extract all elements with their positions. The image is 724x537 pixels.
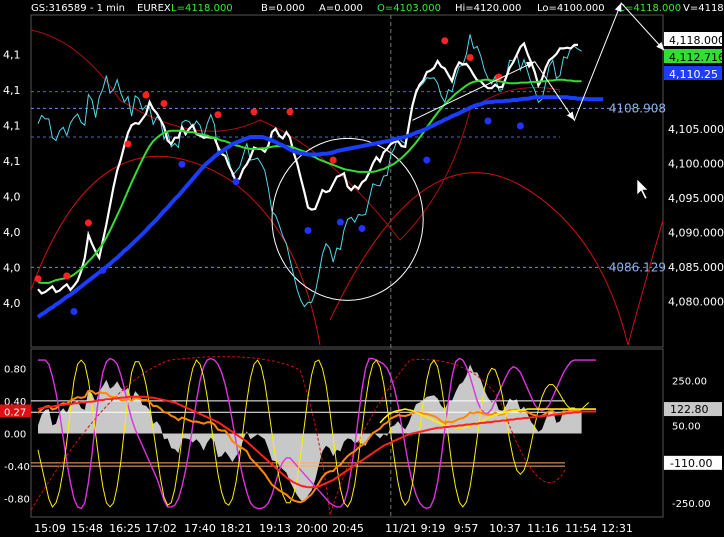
swing-high-dot bbox=[329, 156, 337, 164]
swing-high-dot bbox=[495, 73, 503, 81]
header-low: Lo=4100.000 bbox=[537, 3, 605, 14]
price-y-tick-label: 4,1 bbox=[3, 49, 21, 62]
x-tick-label: 18:21 bbox=[220, 522, 252, 535]
price-y-tick-label: 4,1 bbox=[3, 120, 21, 133]
header-last: L=4118.000 bbox=[171, 3, 233, 14]
price-right-tick-label: 4,105.000 bbox=[668, 123, 724, 136]
x-tick-label: 16:25 bbox=[109, 522, 141, 535]
swing-low-dot bbox=[232, 178, 240, 186]
x-tick-label: 17:02 bbox=[145, 522, 177, 535]
price-y-tick-label: 4,0 bbox=[3, 191, 21, 204]
swing-high-dot bbox=[142, 91, 150, 99]
price-right-tick-label: 4,080.000 bbox=[668, 296, 724, 309]
x-tick-label: 11/21 bbox=[385, 522, 417, 535]
swing-high-dot bbox=[84, 219, 92, 227]
price-y-tick-label: 4,0 bbox=[3, 226, 21, 239]
x-tick-label: 15:09 bbox=[34, 522, 66, 535]
price-y-tick-label: 4,1 bbox=[3, 84, 21, 97]
price-right-tick-label: 4,100.000 bbox=[668, 158, 724, 171]
header-exchange: EUREX bbox=[137, 3, 171, 14]
x-tick-label: 11:16 bbox=[527, 522, 559, 535]
oscillator-right-tick-label: 50.00 bbox=[672, 421, 701, 432]
oscillator-left-tick-label: 0.00 bbox=[4, 430, 26, 441]
x-tick-label: 17:40 bbox=[184, 522, 216, 535]
header-close: C=4118.000 bbox=[618, 3, 681, 14]
x-tick-label: 9:19 bbox=[421, 522, 446, 535]
header-symbol: GS:316589 - 1 min bbox=[31, 3, 125, 14]
oscillator-right-tag-label: 122.80 bbox=[670, 403, 709, 416]
swing-low-dot bbox=[423, 156, 431, 164]
price-tag-label: 4,112.716 bbox=[669, 51, 724, 64]
price-tag-label: 4,110.25 bbox=[669, 68, 718, 81]
oscillator-right-tag-label: -110.00 bbox=[670, 457, 712, 470]
oscillator-left-tick-label: 0.80 bbox=[4, 364, 26, 375]
swing-low-dot bbox=[70, 308, 78, 316]
swing-high-dot bbox=[34, 275, 42, 283]
x-tick-label: 12:31 bbox=[601, 522, 633, 535]
price-level-label: 4086.129 bbox=[609, 260, 666, 274]
swing-low-dot bbox=[178, 160, 186, 168]
header-volume: V=4118 bbox=[683, 3, 724, 14]
x-tick-label: 20:45 bbox=[332, 522, 364, 535]
swing-low-dot bbox=[358, 224, 366, 232]
x-tick-label: 10:37 bbox=[489, 522, 521, 535]
oscillator-right-tick-label: -250.00 bbox=[672, 499, 711, 510]
header-high: Hi=4120.000 bbox=[455, 3, 521, 14]
swing-low-dot bbox=[484, 117, 492, 125]
swing-high-dot bbox=[441, 37, 449, 45]
swing-low-dot bbox=[336, 218, 344, 226]
price-tag-label: 4,118.000 bbox=[669, 34, 724, 47]
x-tick-label: 19:13 bbox=[259, 522, 291, 535]
price-y-tick-label: 4,1 bbox=[3, 155, 21, 168]
swing-low-dot bbox=[99, 266, 107, 274]
price-right-tick-label: 4,090.000 bbox=[668, 227, 724, 240]
swing-high-dot bbox=[160, 100, 168, 108]
trading-chart[interactable]: GS:316589 - 1 min EUREX L=4118.000 B=0.0… bbox=[0, 0, 724, 537]
x-tick-label: 15:48 bbox=[71, 522, 103, 535]
price-right-tick-label: 4,095.000 bbox=[668, 192, 724, 205]
x-tick-label: 11:54 bbox=[565, 522, 597, 535]
oscillator-left-tick-label: -0.40 bbox=[4, 462, 30, 473]
price-y-tick-label: 4,0 bbox=[3, 297, 21, 310]
header-bid: B=0.000 bbox=[261, 3, 305, 14]
price-level-label: 4108.908 bbox=[609, 101, 666, 115]
swing-high-dot bbox=[63, 272, 71, 280]
swing-high-dot bbox=[250, 108, 258, 116]
swing-low-dot bbox=[516, 122, 524, 130]
swing-low-dot bbox=[304, 227, 312, 235]
x-tick-label: 9:57 bbox=[454, 522, 479, 535]
price-right-tick-label: 4,085.000 bbox=[668, 261, 724, 274]
header-open: O=4103.000 bbox=[377, 3, 441, 14]
swing-high-dot bbox=[466, 53, 474, 61]
header-ask: A=0.000 bbox=[319, 3, 363, 14]
swing-high-dot bbox=[286, 108, 294, 116]
swing-high-dot bbox=[214, 111, 222, 119]
oscillator-right-tick-label: 250.00 bbox=[672, 377, 707, 388]
oscillator-left-tag-label: 0.27 bbox=[4, 407, 26, 418]
x-tick-label: 20:00 bbox=[296, 522, 328, 535]
swing-high-dot bbox=[124, 140, 132, 148]
price-y-tick-label: 4,0 bbox=[3, 262, 21, 275]
oscillator-left-tick-label: -0.80 bbox=[4, 495, 30, 506]
